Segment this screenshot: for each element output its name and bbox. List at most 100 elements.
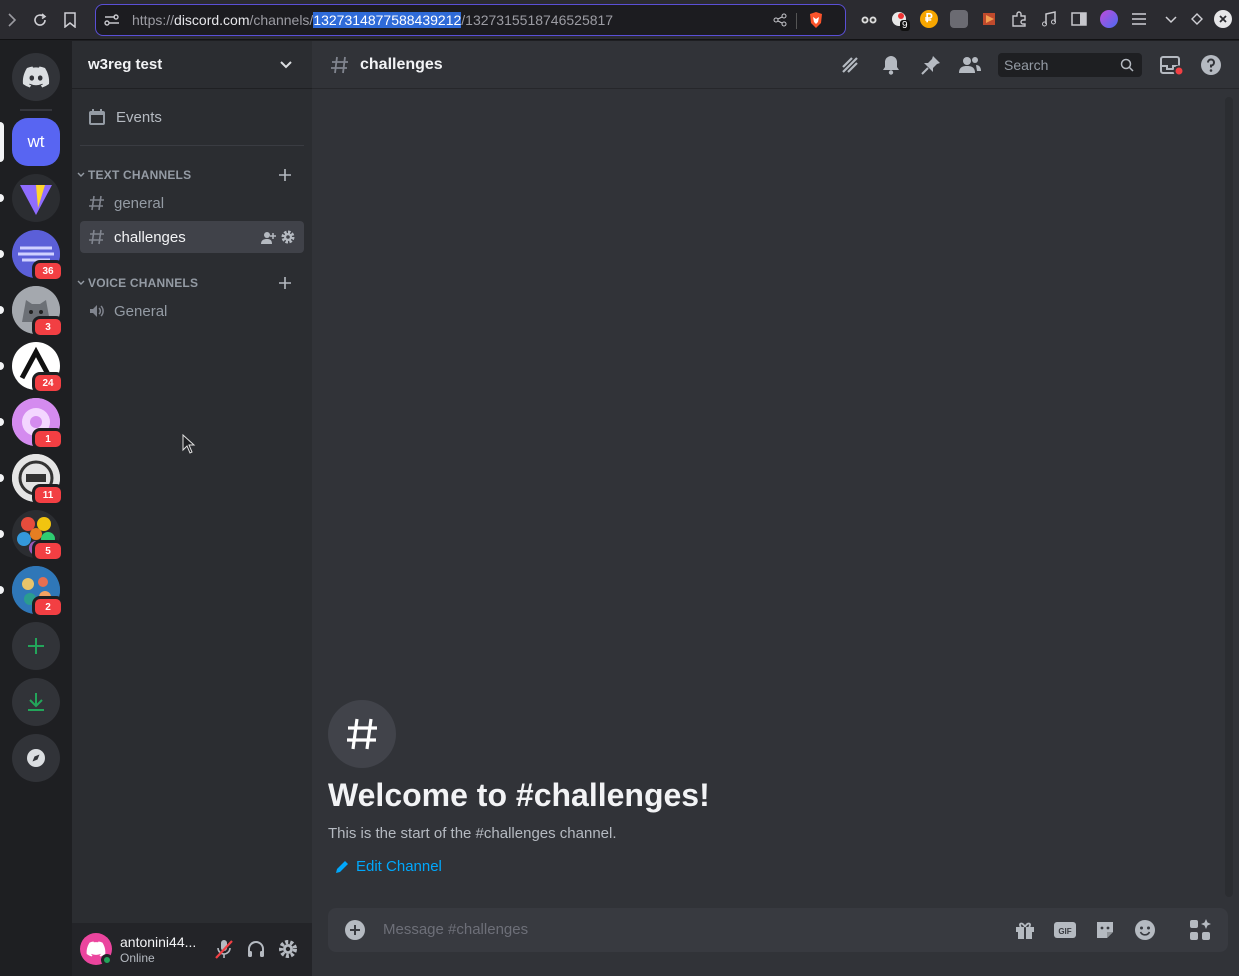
- add-server-button[interactable]: [12, 622, 60, 670]
- pencil-icon: [336, 860, 348, 873]
- server-arch[interactable]: 24: [12, 342, 64, 394]
- search-input[interactable]: Search: [998, 53, 1142, 77]
- profile-avatar-icon[interactable]: [1100, 10, 1118, 28]
- help-icon[interactable]: [1199, 53, 1223, 77]
- threads-icon[interactable]: [838, 53, 862, 77]
- server-robot[interactable]: 11: [12, 454, 64, 506]
- extension-flag-icon[interactable]: [980, 10, 998, 28]
- svg-text:GIF: GIF: [1058, 927, 1071, 936]
- extension-folder-icon[interactable]: [950, 10, 968, 28]
- gift-icon[interactable]: [1013, 918, 1037, 942]
- channel-label: General: [114, 302, 168, 320]
- discord-logo-icon: [22, 66, 50, 88]
- diamond-icon[interactable]: [1188, 10, 1206, 28]
- calendar-icon: [89, 109, 105, 125]
- events-item[interactable]: Events: [80, 101, 304, 133]
- home-button[interactable]: [12, 53, 60, 101]
- hashtag-icon: [89, 229, 104, 245]
- server-stripes[interactable]: 36: [12, 230, 64, 282]
- gif-icon[interactable]: GIF: [1053, 918, 1077, 942]
- url-text[interactable]: https://discord.com/channels/13273148775…: [132, 12, 613, 28]
- unread-indicator: [0, 362, 4, 370]
- unread-indicator: [0, 250, 4, 258]
- server-globe[interactable]: 2: [12, 566, 64, 618]
- server-vite[interactable]: [12, 174, 60, 222]
- explore-servers-button[interactable]: [12, 734, 60, 782]
- message-input[interactable]: Message #challenges: [383, 921, 528, 938]
- hashtag-icon: [89, 195, 104, 211]
- media-icon[interactable]: [1040, 10, 1058, 28]
- scrollbar-track[interactable]: [1225, 97, 1233, 897]
- unread-indicator: [0, 530, 4, 538]
- category-label: VOICE CHANNELS: [88, 276, 199, 290]
- extensions-puzzle-icon[interactable]: [1010, 10, 1028, 28]
- mouse-cursor-icon: [182, 434, 196, 454]
- category-label: TEXT CHANNELS: [88, 168, 192, 182]
- close-window-icon[interactable]: [1214, 10, 1232, 28]
- menu-icon[interactable]: [1130, 10, 1148, 28]
- chevron-down-icon: [77, 280, 85, 285]
- server-w3reg-test[interactable]: wt: [12, 118, 60, 166]
- headphones-icon[interactable]: [246, 939, 266, 959]
- category-voice-channels[interactable]: VOICE CHANNELS: [76, 273, 304, 293]
- bookmark-icon[interactable]: [58, 8, 82, 32]
- channel-label: challenges: [114, 228, 186, 246]
- download-icon: [28, 693, 44, 711]
- chevron-down-icon: [77, 172, 85, 177]
- online-status-dot: [101, 954, 113, 966]
- share-icon[interactable]: [768, 8, 792, 32]
- chat-area: challenges Search Welcome to #challenges…: [312, 41, 1239, 976]
- server-donut[interactable]: 1: [12, 398, 64, 450]
- user-settings-gear-icon[interactable]: [278, 939, 298, 959]
- compass-icon: [27, 749, 45, 767]
- unread-indicator: [0, 418, 4, 426]
- notification-bell-icon[interactable]: [879, 53, 903, 77]
- create-channel-icon[interactable]: [278, 276, 292, 290]
- member-list-icon[interactable]: [958, 53, 982, 77]
- app-launcher-icon[interactable]: [1188, 918, 1212, 942]
- edit-channel-link[interactable]: Edit Channel: [334, 858, 442, 875]
- mention-badge: 11: [32, 484, 64, 506]
- mention-badge: 3: [32, 316, 64, 338]
- extension-p-icon[interactable]: ₽: [920, 10, 938, 28]
- voice-channel-general[interactable]: General: [80, 295, 304, 327]
- channel-challenges[interactable]: challenges: [80, 221, 304, 253]
- extension-badge-icon[interactable]: 9: [890, 10, 910, 31]
- plus-icon: [28, 638, 44, 654]
- user-status: Online: [120, 951, 155, 965]
- site-settings-icon[interactable]: [100, 8, 124, 32]
- server-balls[interactable]: 5: [12, 510, 64, 562]
- create-channel-icon[interactable]: [278, 168, 292, 182]
- channel-label: general: [114, 194, 165, 212]
- invite-member-icon[interactable]: [260, 230, 276, 246]
- unread-indicator: [0, 194, 4, 202]
- forward-icon[interactable]: [0, 8, 24, 32]
- emoji-icon[interactable]: [1133, 918, 1157, 942]
- reload-icon[interactable]: [28, 8, 52, 32]
- avatar[interactable]: [80, 933, 113, 966]
- download-apps-button[interactable]: [12, 678, 60, 726]
- gear-icon[interactable]: [280, 229, 296, 245]
- server-animal[interactable]: 3: [12, 286, 64, 338]
- speaker-icon: [90, 305, 104, 317]
- address-bar[interactable]: https://discord.com/channels/13273148775…: [95, 4, 846, 36]
- inbox-icon[interactable]: [1159, 53, 1183, 77]
- channel-general[interactable]: general: [80, 187, 304, 219]
- pin-icon[interactable]: [919, 53, 943, 77]
- username[interactable]: antonini44...: [120, 934, 196, 950]
- chevron-down-icon[interactable]: [1162, 10, 1180, 28]
- sticker-icon[interactable]: [1093, 918, 1117, 942]
- user-panel: antonini44... Online: [72, 923, 312, 976]
- hashtag-icon: [347, 718, 377, 750]
- category-text-channels[interactable]: TEXT CHANNELS: [76, 165, 304, 185]
- brave-shields-icon[interactable]: [804, 8, 828, 32]
- mute-microphone-icon[interactable]: [214, 938, 234, 960]
- upload-plus-icon[interactable]: [343, 918, 367, 942]
- channel-welcome-icon: [328, 700, 396, 768]
- search-icon: [1120, 58, 1134, 72]
- guild-header[interactable]: w3reg test: [72, 41, 312, 89]
- channel-header: challenges Search: [312, 41, 1239, 89]
- guild-name: w3reg test: [88, 56, 163, 73]
- extension-glasses-icon[interactable]: [860, 10, 878, 28]
- sidebar-toggle-icon[interactable]: [1070, 10, 1088, 28]
